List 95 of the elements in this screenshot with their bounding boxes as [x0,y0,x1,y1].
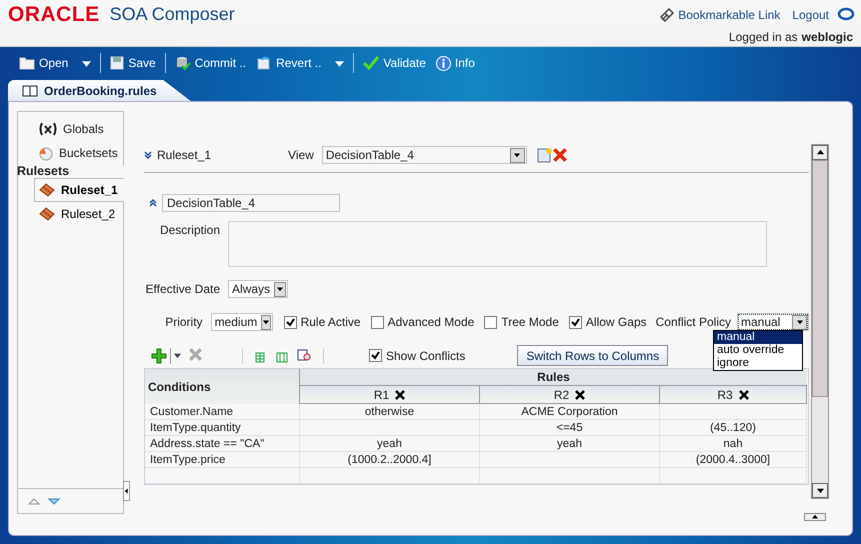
revert-button[interactable]: Revert .. [251,53,350,73]
caret-icon [335,58,344,68]
delete-icon[interactable] [738,390,749,400]
option-checkbox[interactable]: Rule Active [284,315,361,329]
table-cell: (1000.2..2000.4] [300,452,480,468]
open-button[interactable]: Open [14,54,96,72]
table-cell: yeah [300,436,480,452]
check-icon [371,351,380,360]
caret-icon [812,514,818,520]
section-heading: Rulesets [17,163,70,178]
view-select[interactable]: DecisionTable_4 [322,146,527,164]
book-icon [22,84,38,96]
table-cell: <=45 [480,420,660,436]
table-cell: Customer.Name [145,404,300,420]
scroll-down-icon[interactable] [48,498,60,504]
add-icon[interactable] [151,348,167,364]
effective-date-label: Effective Date [144,282,220,296]
folder-icon [19,56,35,70]
ruleset-icon [39,207,55,221]
priority-label: Priority [164,315,203,329]
login-label: Logged in as [728,30,798,44]
check-icon [286,318,295,326]
chain-link-icon [660,8,674,22]
check-icon [570,318,580,326]
table-cell: ItemType.price [145,452,300,468]
oracle-logo: ORACLE [8,2,100,26]
commit-button[interactable]: Commit .. [170,53,252,73]
collapse-icon[interactable] [149,198,157,206]
column-header: Rules [300,369,807,386]
switch-rows-button[interactable]: Switch Rows to Columns [517,345,668,366]
document-tab[interactable]: OrderBooking.rules [8,80,191,101]
caret-icon [816,487,824,494]
caret-icon [796,319,802,325]
table-cell: Address.state == "CA" [145,436,300,452]
priority-select[interactable]: medium [210,313,273,331]
info-icon [436,56,451,70]
caret-icon [816,149,824,156]
document-arrow-icon [256,55,272,71]
ruleset-item[interactable]: Ruleset_1 [34,178,124,202]
rule-label: R1 [374,388,390,402]
column-header: Conditions [145,369,300,404]
rule-label: R3 [717,388,733,402]
info-button[interactable]: Info [430,54,480,72]
ruleset-item[interactable]: Ruleset_2 [34,202,123,226]
new-document-icon[interactable] [536,147,553,163]
option-checkbox[interactable]: Advanced Mode [370,315,474,329]
caret-icon [124,488,129,494]
rule-label: R2 [554,388,570,402]
caret-icon [514,152,520,158]
ruleset-icon [39,183,55,197]
option-checkbox[interactable]: Tree Mode [484,315,559,329]
show-conflicts-checkbox[interactable]: Show Conflicts [369,348,466,362]
table-cell: (45..120) [660,420,807,436]
sidebar-item[interactable]: Globals [38,120,123,138]
description-field[interactable] [228,221,767,267]
ruleset-name: Ruleset_1 [157,148,212,162]
table-search-icon[interactable] [297,348,313,362]
save-icon [110,56,124,70]
sidebar-item[interactable]: Bucketsets [38,144,123,162]
table-name-field[interactable]: DecisionTable_4 [162,194,340,212]
product-title: SOA Composer [110,4,235,25]
gauge-icon [38,145,54,161]
conflict-policy-select[interactable]: manual [736,313,809,331]
delete-icon[interactable] [395,390,406,400]
variable-icon [38,122,58,136]
expand-icon[interactable] [144,151,152,159]
logout-link[interactable]: Logout [792,8,829,22]
checkmark-icon [363,56,380,70]
caret-icon [174,352,181,359]
save-button[interactable]: Save [105,54,161,72]
dropdown-option[interactable]: manual [714,331,802,344]
scroll-up-icon[interactable] [28,498,40,504]
database-check-icon [174,55,191,71]
caret-icon [82,58,92,68]
user-name: weblogic [802,30,853,44]
collapse-handle[interactable] [123,481,130,501]
validate-button[interactable]: Validate [358,54,431,72]
caret-icon [262,319,269,325]
table-cell: (2000.4..3000] [660,452,807,468]
table-cell: ACME Corporation [480,404,660,420]
table-cell: ItemType.quantity [145,420,300,436]
delete-icon[interactable] [575,390,586,400]
caret-icon [277,286,283,292]
scrollbar[interactable] [811,144,829,499]
table-cell: nah [660,436,807,452]
conflict-policy-label: Conflict Policy [656,315,731,329]
table-cell: yeah [480,436,660,452]
scroll-top-button[interactable] [804,513,826,521]
bookmark-link[interactable]: Bookmarkable Link [660,8,780,22]
option-checkbox[interactable]: Allow Gaps [568,315,647,329]
effective-date-select[interactable]: Always [228,280,288,298]
view-label: View [288,148,314,162]
description-label: Description [158,223,220,237]
oracle-ring-icon [837,6,855,22]
table-cell: otherwise [300,404,480,420]
